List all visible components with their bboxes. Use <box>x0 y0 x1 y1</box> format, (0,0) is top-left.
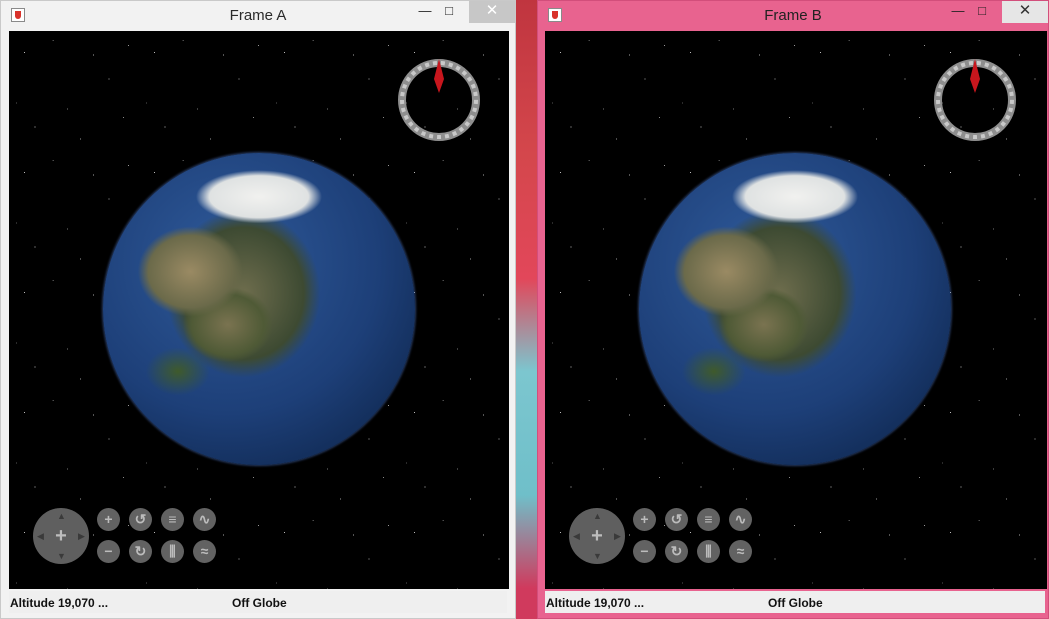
navigation-controls: ▲ ▼ ◀ ▶ + + ↺ ≡ ∿ − ↻ ⫼ ≈ <box>569 506 759 568</box>
rotate-right-button[interactable]: ↻ <box>129 540 152 563</box>
pan-down-icon[interactable]: ▼ <box>593 552 602 561</box>
pan-center-icon[interactable]: + <box>588 526 606 546</box>
pan-down-icon[interactable]: ▼ <box>57 552 66 561</box>
elevation-down-button[interactable]: ≈ <box>729 540 752 563</box>
compass-icon[interactable] <box>398 59 480 141</box>
zoom-in-button[interactable]: + <box>633 508 656 531</box>
window-frame-b: Frame B — □ ✕ ▲ ▼ ◀ ▶ + + ↺ ≡ ∿ − ↻ ⫼ ≈ … <box>537 0 1049 619</box>
tilt-down-button[interactable]: ⫼ <box>161 540 184 563</box>
position-readout: Off Globe <box>768 596 823 610</box>
pan-left-icon[interactable]: ◀ <box>573 532 580 541</box>
rotate-left-button[interactable]: ↺ <box>129 508 152 531</box>
title-bar[interactable]: Frame A — □ ✕ <box>1 1 515 31</box>
tilt-up-button[interactable]: ≡ <box>697 508 720 531</box>
title-bar[interactable]: Frame B — □ ✕ <box>538 1 1048 31</box>
maximize-button[interactable]: □ <box>435 1 463 23</box>
altitude-readout: Altitude 19,070 ... <box>546 596 645 610</box>
pan-left-icon[interactable]: ◀ <box>37 532 44 541</box>
zoom-out-button[interactable]: − <box>633 540 656 563</box>
elevation-up-button[interactable]: ∿ <box>193 508 216 531</box>
globe-canvas[interactable]: ▲ ▼ ◀ ▶ + + ↺ ≡ ∿ − ↻ ⫼ ≈ <box>545 31 1047 589</box>
pan-right-icon[interactable]: ▶ <box>614 532 621 541</box>
close-button[interactable]: ✕ <box>469 1 515 23</box>
tilt-up-button[interactable]: ≡ <box>161 508 184 531</box>
pan-control[interactable]: ▲ ▼ ◀ ▶ + <box>569 508 625 564</box>
compass-icon[interactable] <box>934 59 1016 141</box>
pan-up-icon[interactable]: ▲ <box>57 512 66 521</box>
rotate-right-button[interactable]: ↻ <box>665 540 688 563</box>
status-bar: Altitude 19,070 ... Off Globe <box>9 591 507 613</box>
close-button[interactable]: ✕ <box>1002 1 1048 23</box>
window-frame-a: Frame A — □ ✕ ▲ ▼ ◀ ▶ + + ↺ ≡ ∿ − ↻ ⫼ ≈ … <box>0 0 516 619</box>
pan-control[interactable]: ▲ ▼ ◀ ▶ + <box>33 508 89 564</box>
navigation-controls: ▲ ▼ ◀ ▶ + + ↺ ≡ ∿ − ↻ ⫼ ≈ <box>33 506 223 568</box>
altitude-readout: Altitude 19,070 ... <box>10 596 109 610</box>
rotate-left-button[interactable]: ↺ <box>665 508 688 531</box>
pan-center-icon[interactable]: + <box>52 526 70 546</box>
zoom-out-button[interactable]: − <box>97 540 120 563</box>
globe-canvas[interactable]: ▲ ▼ ◀ ▶ + + ↺ ≡ ∿ − ↻ ⫼ ≈ <box>9 31 509 589</box>
zoom-in-button[interactable]: + <box>97 508 120 531</box>
elevation-down-button[interactable]: ≈ <box>193 540 216 563</box>
maximize-button[interactable]: □ <box>968 1 996 23</box>
elevation-up-button[interactable]: ∿ <box>729 508 752 531</box>
pan-right-icon[interactable]: ▶ <box>78 532 85 541</box>
earth-globe[interactable] <box>103 153 415 465</box>
status-bar: Altitude 19,070 ... Off Globe <box>545 591 1045 613</box>
tilt-down-button[interactable]: ⫼ <box>697 540 720 563</box>
earth-globe[interactable] <box>639 153 951 465</box>
position-readout: Off Globe <box>232 596 287 610</box>
pan-up-icon[interactable]: ▲ <box>593 512 602 521</box>
